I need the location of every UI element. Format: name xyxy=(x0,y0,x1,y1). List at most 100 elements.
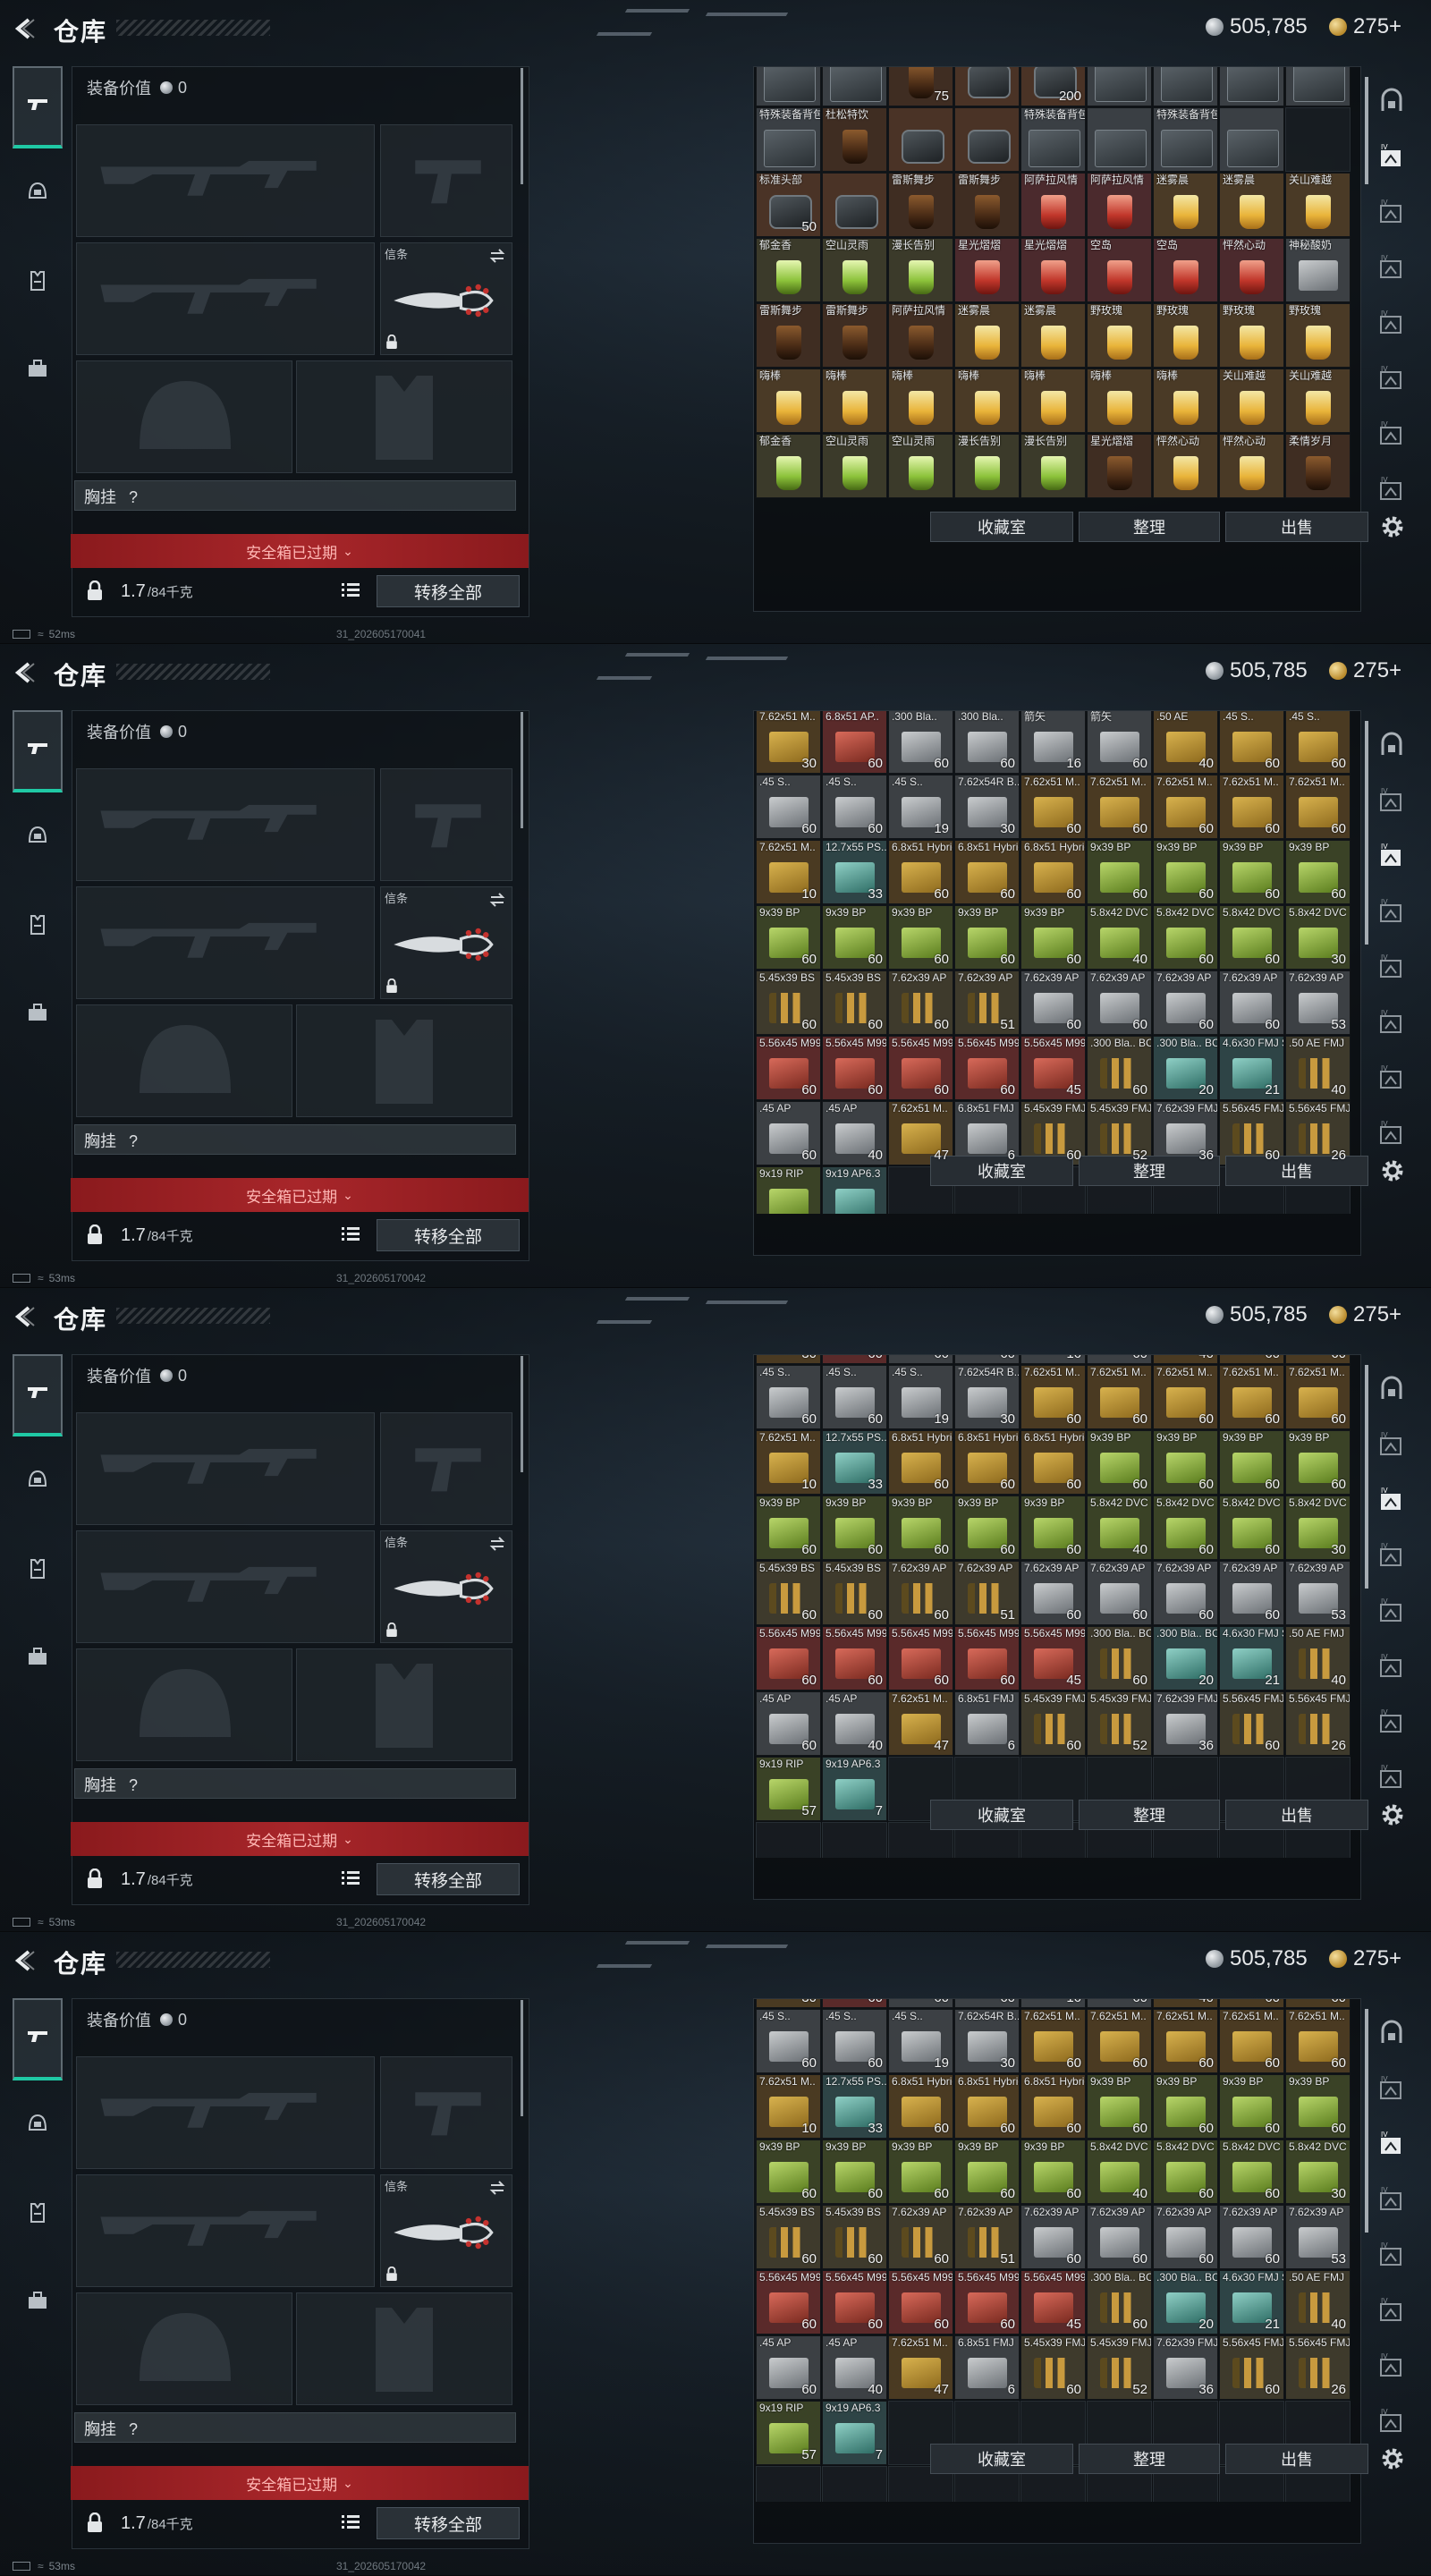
sort-button[interactable]: 整理 xyxy=(1079,2444,1220,2474)
inventory-item[interactable]: 9x39 BP 60 xyxy=(1153,1430,1218,1495)
inventory-item[interactable]: 怦然心动 xyxy=(1219,434,1284,498)
inventory-item[interactable]: 9x39 BP 60 xyxy=(1153,840,1218,904)
inventory-item[interactable]: 野玫瑰 xyxy=(1219,303,1284,368)
gear-icon[interactable] xyxy=(1379,513,1406,540)
storage-tab-2[interactable]: IV xyxy=(1374,1483,1410,1519)
inventory-item[interactable]: 7.62x39 FMJ 36 xyxy=(1153,2335,1218,2400)
inventory-item[interactable]: 12.7x55 PS.. 33 xyxy=(822,1430,887,1495)
storage-tab-2[interactable]: IV xyxy=(1374,839,1410,875)
inventory-item[interactable]: 雷斯舞步 xyxy=(954,173,1020,237)
pistol-slot[interactable] xyxy=(380,2056,512,2169)
inventory-item[interactable]: 雷斯舞步 xyxy=(756,303,821,368)
inventory-item[interactable]: 7.62x51 M.. 10 xyxy=(756,1430,821,1495)
inventory-item[interactable]: .300 Bla..60 xyxy=(954,1999,1020,2008)
inventory-item[interactable]: 6.8x51 Hybrid 60 xyxy=(1020,840,1086,904)
inventory-item[interactable]: 7.62x51 M.. 60 xyxy=(1153,1365,1218,1429)
melee-slot[interactable]: 信条 xyxy=(380,1530,512,1643)
inventory-item[interactable]: 7.62x39 AP 53 xyxy=(1285,1561,1351,1625)
help-icon[interactable]: ? xyxy=(129,1132,138,1150)
inventory-item[interactable]: 9x19 RIP 57 xyxy=(756,1166,821,1214)
inventory-scrollbar[interactable] xyxy=(1365,1365,1368,1589)
inventory-item[interactable]: 5.8x42 DVC 60 xyxy=(1153,1496,1218,1560)
inventory-item[interactable]: 5.56x45 M995 45 xyxy=(1020,2270,1086,2334)
inventory-item[interactable]: .45 AP 60 xyxy=(756,2335,821,2400)
sell-button[interactable]: 出售 xyxy=(1225,512,1368,542)
tab-weapons[interactable] xyxy=(13,1354,63,1436)
armor-slot[interactable] xyxy=(296,1004,512,1117)
inventory-item[interactable]: 关山难越 xyxy=(1285,369,1351,433)
inventory-item[interactable]: 怦然心动 xyxy=(1153,434,1218,498)
inventory-item[interactable]: 7.62x51 M..30 xyxy=(756,1355,821,1364)
inventory-item[interactable]: 7.62x51 M.. 60 xyxy=(1285,1365,1351,1429)
inventory-item[interactable]: 嗨棒 xyxy=(954,369,1020,433)
helmet-slot[interactable] xyxy=(76,1004,292,1117)
inventory-item[interactable]: 9x19 AP6.3 7 xyxy=(822,1166,887,1214)
list-icon[interactable] xyxy=(339,1223,362,1246)
transfer-all-button[interactable]: 转移全部 xyxy=(377,575,520,607)
inventory-item[interactable]: 7.62x51 M.. 47 xyxy=(888,1101,953,1165)
inventory-item[interactable]: 7.62x51 M.. 60 xyxy=(1087,2009,1152,2073)
inventory-item[interactable]: 空岛 xyxy=(1153,238,1218,302)
inventory-item[interactable]: 7.62x39 AP 53 xyxy=(1285,2205,1351,2269)
storage-tab-1[interactable]: IV xyxy=(1374,784,1410,819)
inventory-item[interactable]: 9x39 BP 60 xyxy=(888,1496,953,1560)
transfer-all-button[interactable]: 转移全部 xyxy=(377,1219,520,1251)
inventory-item[interactable]: 5.56x45 M995 60 xyxy=(954,1626,1020,1690)
tab-backpack[interactable] xyxy=(13,2261,63,2343)
inventory-item[interactable]: 9x39 BP 60 xyxy=(1020,905,1086,970)
inventory-item[interactable]: 9x39 BP 60 xyxy=(1219,2074,1284,2139)
inventory-item[interactable]: 7.62x51 M.. 47 xyxy=(888,1691,953,1756)
back-icon[interactable] xyxy=(13,1304,38,1329)
inventory-item[interactable]: 9x19 AP6.3 7 xyxy=(822,2401,887,2465)
storage-tab-4[interactable]: IV xyxy=(1374,306,1410,342)
inventory-item[interactable]: 迷雾晨 xyxy=(954,303,1020,368)
inventory-item[interactable] xyxy=(1219,67,1284,106)
inventory-item[interactable]: 星光熠熠 xyxy=(1020,238,1086,302)
inventory-item[interactable]: 7.62x51 M.. 60 xyxy=(1087,775,1152,839)
sort-button[interactable]: 整理 xyxy=(1079,512,1220,542)
helmet-slot[interactable] xyxy=(76,360,292,473)
inventory-item[interactable]: 7.62x51 M.. 60 xyxy=(1285,2009,1351,2073)
inventory-item[interactable]: 7.62x39 AP 60 xyxy=(1020,1561,1086,1625)
swap-icon[interactable] xyxy=(488,2179,506,2197)
tab-weapons[interactable] xyxy=(13,66,63,148)
tab-weapons[interactable] xyxy=(13,1998,63,2080)
inventory-item[interactable]: 7.62x51 M.. 60 xyxy=(1020,2009,1086,2073)
loadout-scrollbar[interactable] xyxy=(521,68,523,184)
inventory-item[interactable]: 6.8x51 Hybrid 60 xyxy=(1020,2074,1086,2139)
inventory-item[interactable]: .300 Bla..60 xyxy=(954,1355,1020,1364)
storage-tab-6[interactable]: IV xyxy=(1374,1061,1410,1097)
secondary-weapon-slot[interactable] xyxy=(76,886,375,999)
inventory-item[interactable]: 5.8x42 DVC 30 xyxy=(1285,1496,1351,1560)
inventory-item[interactable]: 嗨棒 xyxy=(756,369,821,433)
inventory-item[interactable] xyxy=(954,107,1020,172)
inventory-item[interactable]: 9x39 BP 60 xyxy=(756,905,821,970)
inventory-item[interactable]: 9x39 BP 60 xyxy=(1087,2074,1152,2139)
inventory-item[interactable]: 5.8x42 DVC 30 xyxy=(1285,905,1351,970)
inventory-item[interactable]: 阿萨拉风情 xyxy=(888,303,953,368)
inventory-item[interactable]: .45 AP 60 xyxy=(756,1691,821,1756)
inventory-item[interactable]: 郁金香 xyxy=(756,434,821,498)
inventory-item[interactable]: 7.62x51 M.. 10 xyxy=(756,2074,821,2139)
inventory-item[interactable]: 4.6x30 FMJ SX 21 xyxy=(1219,1626,1284,1690)
secondary-weapon-slot[interactable] xyxy=(76,2174,375,2287)
inventory-item[interactable]: 7.62x54R B.. 30 xyxy=(954,2009,1020,2073)
inventory-item[interactable]: 7.62x54R B.. 30 xyxy=(954,775,1020,839)
inventory-item[interactable]: 特殊装备背包 xyxy=(756,107,821,172)
inventory-item[interactable]: 9x39 BP 60 xyxy=(1219,1430,1284,1495)
armor-slot[interactable] xyxy=(296,2292,512,2405)
inventory-item[interactable]: 5.56x45 M995 45 xyxy=(1020,1626,1086,1690)
storage-tab-1[interactable]: IV xyxy=(1374,2072,1410,2107)
inventory-item[interactable]: 9x39 BP 60 xyxy=(822,905,887,970)
inventory-item[interactable]: 6.8x51 Hybrid 60 xyxy=(888,840,953,904)
inventory-item[interactable]: .50 AE 40 xyxy=(1153,711,1218,774)
inventory-item[interactable]: 7.62x39 AP 60 xyxy=(1087,970,1152,1035)
pistol-slot[interactable] xyxy=(380,124,512,237)
inventory-item[interactable]: 7.62x51 M.. 60 xyxy=(1020,1365,1086,1429)
inventory-item[interactable]: 5.56x45 FMJ 26 xyxy=(1285,1691,1351,1756)
inventory-item[interactable] xyxy=(1087,67,1152,106)
storage-tab-3[interactable]: IV xyxy=(1374,1538,1410,1574)
swap-icon[interactable] xyxy=(488,891,506,909)
armor-slot[interactable] xyxy=(296,1648,512,1761)
inventory-item[interactable]: .300 Bla.. BCP FMJ 20 xyxy=(1153,2270,1218,2334)
